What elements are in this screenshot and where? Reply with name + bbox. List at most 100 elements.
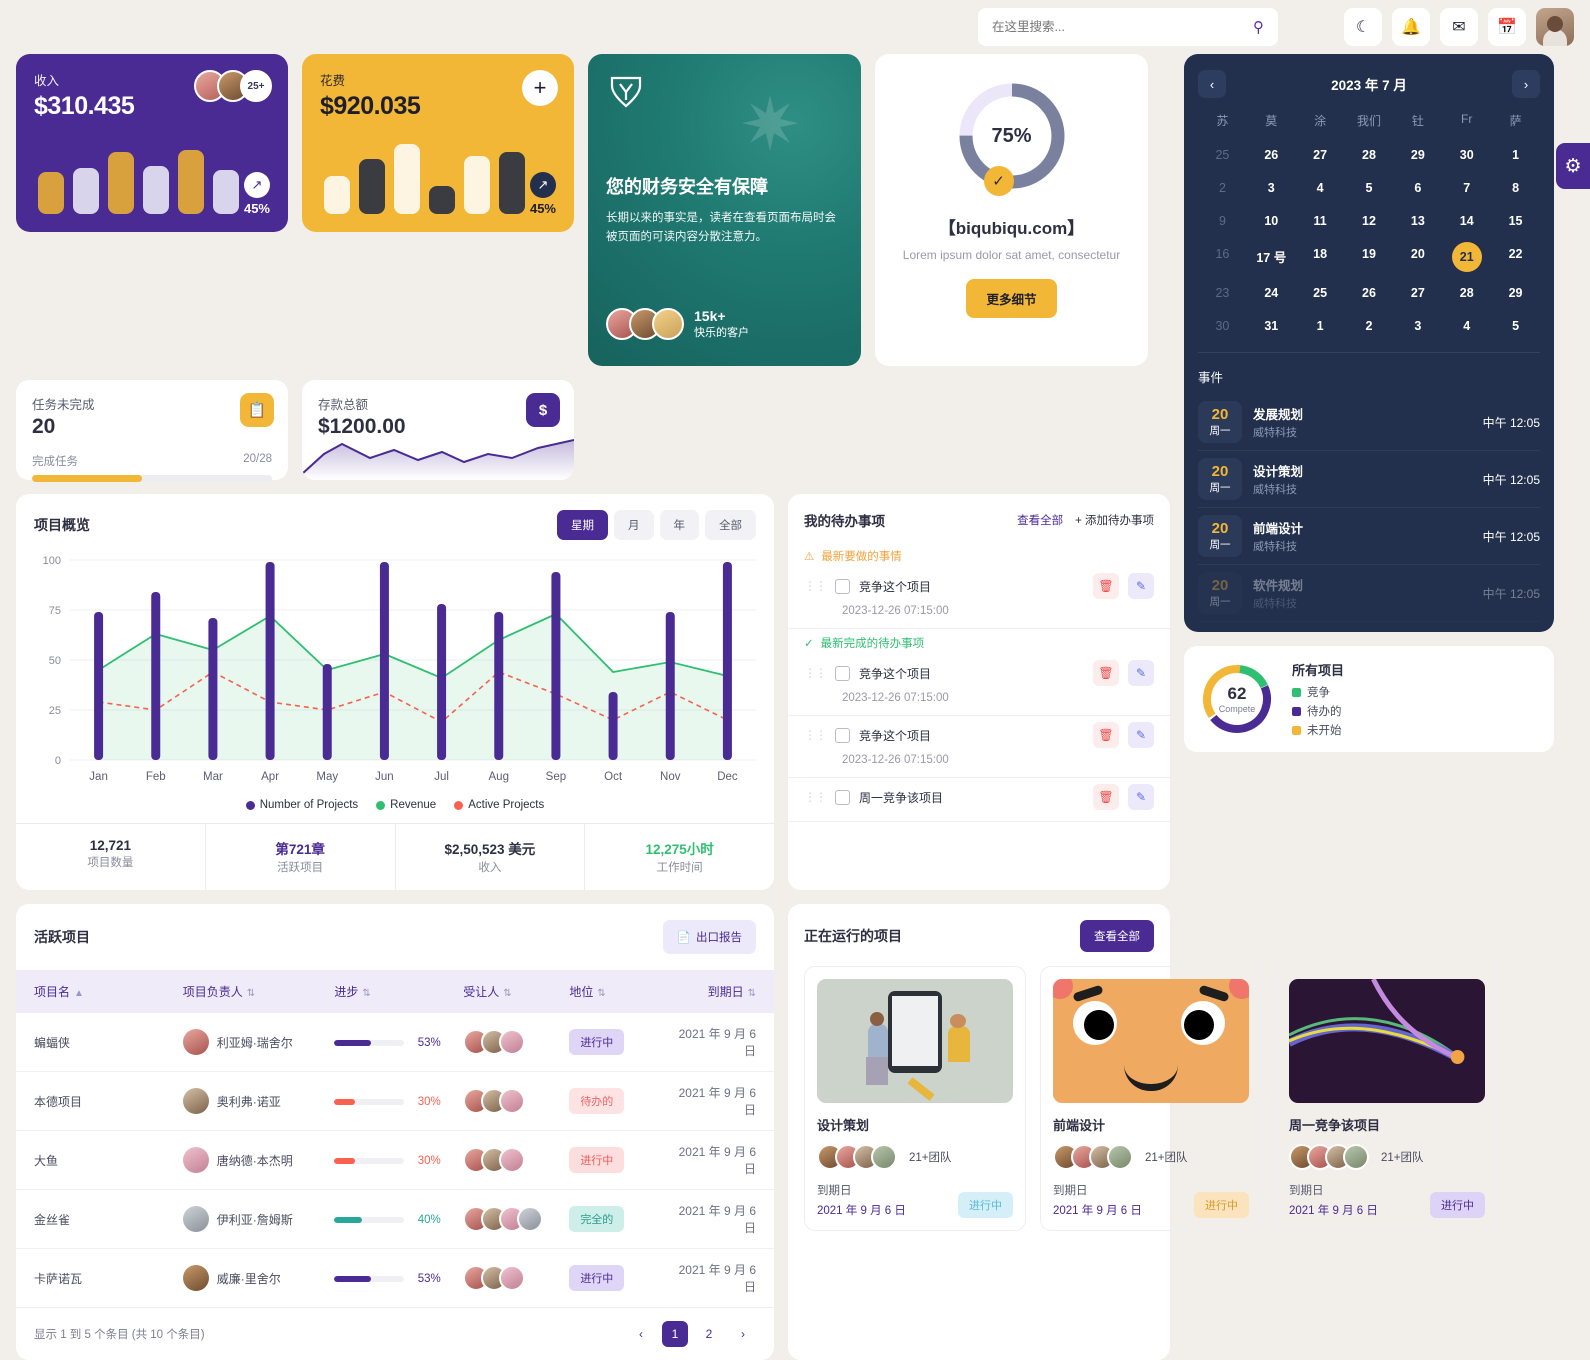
trash-icon[interactable]: 🗑: [1093, 722, 1119, 748]
calendar-day[interactable]: 25: [1296, 281, 1345, 305]
calendar-day[interactable]: 5: [1345, 176, 1394, 200]
calendar-day[interactable]: 14: [1442, 209, 1491, 233]
drag-handle-icon[interactable]: ⋮⋮: [804, 579, 827, 593]
view-all-todos-link[interactable]: 查看全部: [1017, 512, 1063, 528]
export-report-button[interactable]: 📄 出口报告: [662, 920, 756, 954]
calendar-day[interactable]: 10: [1247, 209, 1296, 233]
event-item[interactable]: 20 周一 发展规划 威特科技 中午 12:05: [1198, 394, 1540, 451]
running-project-card[interactable]: 设计策划 21+团队 到期日 2021 年 9 月 6 日 进行中: [804, 966, 1026, 1231]
table-row[interactable]: 大鱼 唐纳德·本杰明 30% 进行中 2021 年 9 月 6 日: [16, 1130, 774, 1190]
event-item[interactable]: 20 周一 设计策划 威特科技 中午 12:05: [1198, 451, 1540, 508]
calendar-day[interactable]: 11: [1296, 209, 1345, 233]
prev-page-button[interactable]: ‹: [628, 1321, 654, 1347]
column-header[interactable]: 到期日 ⇅: [667, 970, 774, 1013]
tab-week[interactable]: 星期: [557, 510, 608, 540]
calendar-day[interactable]: 23: [1198, 281, 1247, 305]
next-page-button[interactable]: ›: [730, 1321, 756, 1347]
calendar-day[interactable]: 15: [1491, 209, 1540, 233]
calendar-day[interactable]: 5: [1491, 314, 1540, 338]
calendar-day[interactable]: 19: [1345, 242, 1394, 272]
calendar-day[interactable]: 29: [1393, 143, 1442, 167]
search-input[interactable]: [992, 20, 1253, 34]
mail-icon[interactable]: ✉: [1440, 8, 1478, 46]
calendar-day[interactable]: 27: [1296, 143, 1345, 167]
search-icon[interactable]: ⚲: [1253, 18, 1264, 36]
gear-icon[interactable]: ⚙: [1556, 143, 1590, 189]
todo-checkbox[interactable]: [835, 665, 850, 681]
add-todo-link[interactable]: + 添加待办事项: [1075, 512, 1154, 528]
calendar-day[interactable]: 25: [1198, 143, 1247, 167]
calendar-day[interactable]: 28: [1442, 281, 1491, 305]
revenue-avatar-stack[interactable]: 25+: [194, 70, 272, 102]
moon-icon[interactable]: ☾: [1344, 8, 1382, 46]
calendar-day[interactable]: 1: [1491, 143, 1540, 167]
todo-item[interactable]: ⋮⋮ 竞争这个项目 🗑 ✎: [804, 660, 1154, 686]
calendar-day[interactable]: 3: [1247, 176, 1296, 200]
calendar-day[interactable]: 18: [1296, 242, 1345, 272]
page-2-button[interactable]: 2: [696, 1321, 722, 1347]
search-box[interactable]: ⚲: [978, 8, 1278, 46]
calendar-day[interactable]: 31: [1247, 314, 1296, 338]
pencil-icon[interactable]: ✎: [1128, 660, 1154, 686]
calendar-day[interactable]: 9: [1198, 209, 1247, 233]
table-row[interactable]: 金丝雀 伊利亚·詹姆斯 40% 完全的 2021 年 9 月 6 日: [16, 1189, 774, 1249]
trash-icon[interactable]: 🗑: [1093, 573, 1119, 599]
calendar-day[interactable]: 16: [1198, 242, 1247, 272]
calendar-day[interactable]: 3: [1393, 314, 1442, 338]
column-header[interactable]: 受让人 ⇅: [463, 970, 570, 1013]
todo-checkbox[interactable]: [835, 578, 850, 594]
tab-all[interactable]: 全部: [705, 510, 756, 540]
drag-handle-icon[interactable]: ⋮⋮: [804, 790, 827, 804]
avatar[interactable]: [1536, 8, 1574, 46]
calendar-day[interactable]: 2: [1345, 314, 1394, 338]
calendar-day[interactable]: 6: [1393, 176, 1442, 200]
bell-icon[interactable]: 🔔: [1392, 8, 1430, 46]
page-1-button[interactable]: 1: [662, 1321, 688, 1347]
calendar-day[interactable]: 4: [1442, 314, 1491, 338]
trash-icon[interactable]: 🗑: [1093, 784, 1119, 810]
calendar-day[interactable]: 26: [1247, 143, 1296, 167]
calendar-day[interactable]: 30: [1442, 143, 1491, 167]
column-header[interactable]: 进步 ⇅: [334, 970, 464, 1013]
pencil-icon[interactable]: ✎: [1128, 784, 1154, 810]
pencil-icon[interactable]: ✎: [1128, 722, 1154, 748]
calendar-day[interactable]: 26: [1345, 281, 1394, 305]
tab-month[interactable]: 月: [614, 510, 654, 540]
calendar-day[interactable]: 21: [1451, 242, 1482, 272]
table-row[interactable]: 卡萨诺瓦 威廉·里舍尔 53% 进行中 2021 年 9 月 6 日: [16, 1249, 774, 1308]
calendar-day[interactable]: 30: [1198, 314, 1247, 338]
more-details-button[interactable]: 更多细节: [966, 278, 1057, 318]
calendar-day[interactable]: 12: [1345, 209, 1394, 233]
todo-item[interactable]: ⋮⋮ 竞争这个项目 🗑 ✎: [804, 722, 1154, 748]
pencil-icon[interactable]: ✎: [1128, 573, 1154, 599]
calendar-day[interactable]: 17 号: [1247, 242, 1296, 272]
calendar-day[interactable]: 2: [1198, 176, 1247, 200]
drag-handle-icon[interactable]: ⋮⋮: [804, 728, 827, 742]
column-header[interactable]: 项目负责人 ⇅: [182, 970, 335, 1013]
view-all-projects-button[interactable]: 查看全部: [1080, 920, 1154, 952]
calendar-day[interactable]: 4: [1296, 176, 1345, 200]
calendar-day[interactable]: 29: [1491, 281, 1540, 305]
column-header[interactable]: 项目名 ▲: [16, 970, 183, 1013]
calendar-day[interactable]: 8: [1491, 176, 1540, 200]
column-header[interactable]: 地位 ⇅: [569, 970, 668, 1013]
drag-handle-icon[interactable]: ⋮⋮: [804, 666, 827, 680]
calendar-day[interactable]: 1: [1296, 314, 1345, 338]
calendar-day[interactable]: 13: [1393, 209, 1442, 233]
table-row[interactable]: 蝙蝠侠 利亚姆·瑞舍尔 53% 进行中 2021 年 9 月 6 日: [16, 1013, 774, 1072]
event-item[interactable]: 20 周一 前端设计 威特科技 中午 12:05: [1198, 508, 1540, 565]
add-expense-button[interactable]: +: [522, 70, 558, 106]
calendar-day[interactable]: 20: [1393, 242, 1442, 272]
calendar-day[interactable]: 27: [1393, 281, 1442, 305]
tab-year[interactable]: 年: [659, 510, 699, 540]
calendar-day[interactable]: 22: [1491, 242, 1540, 272]
calendar-day[interactable]: 28: [1345, 143, 1394, 167]
calendar-day[interactable]: 7: [1442, 176, 1491, 200]
todo-checkbox[interactable]: [835, 727, 850, 743]
chevron-right-icon[interactable]: ›: [1511, 70, 1540, 98]
todo-item[interactable]: ⋮⋮ 竞争这个项目 🗑 ✎: [804, 573, 1154, 599]
todo-item[interactable]: ⋮⋮ 周一竞争该项目 🗑 ✎: [804, 784, 1154, 810]
todo-checkbox[interactable]: [835, 789, 850, 805]
chevron-left-icon[interactable]: ‹: [1198, 70, 1226, 98]
table-row[interactable]: 本德项目 奥利弗·诺亚 30% 待办的 2021 年 9 月 6 日: [16, 1071, 774, 1131]
